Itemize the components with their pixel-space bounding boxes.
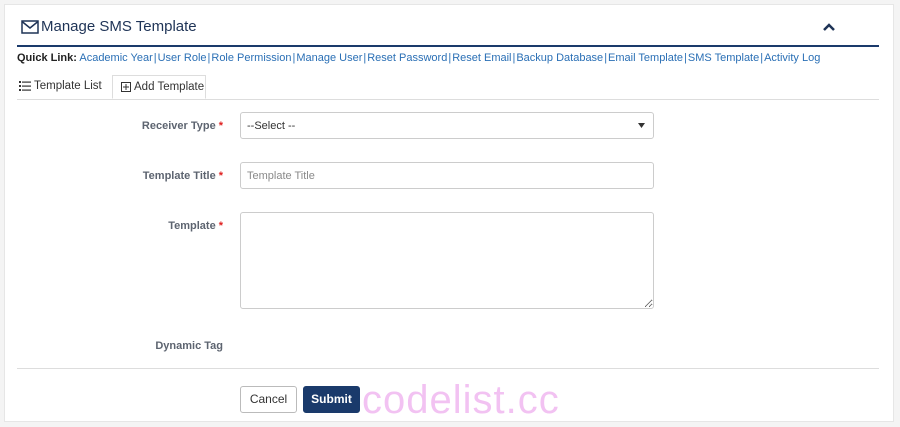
quick-link-academic-year[interactable]: Academic Year [79, 52, 152, 64]
quick-link-role-permission[interactable]: Role Permission [211, 52, 291, 64]
tab-bar: Template List Add Template [17, 75, 879, 100]
required-mark: * [218, 120, 223, 132]
tab-add-template[interactable]: Add Template [112, 75, 206, 99]
quick-links-bar: Quick Link: Academic Year|User Role|Role… [17, 52, 820, 64]
receiver-type-select[interactable]: --Select -- [240, 112, 654, 139]
tab-label: Add Template [134, 81, 205, 93]
manage-sms-template-panel: Manage SMS Template Quick Link: Academic… [4, 4, 894, 422]
panel-header: Manage SMS Template [17, 15, 879, 47]
quick-link-reset-email[interactable]: Reset Email [452, 52, 511, 64]
receiver-type-label: Receiver Type * [63, 120, 223, 132]
tab-label: Template List [34, 80, 102, 92]
required-mark: * [218, 220, 223, 232]
watermark: codelist.cc [362, 378, 560, 422]
cancel-button[interactable]: Cancel [240, 386, 297, 413]
quick-link-manage-user[interactable]: Manage User [296, 52, 362, 64]
list-icon [19, 80, 31, 91]
template-textarea[interactable] [240, 212, 654, 309]
selected-value: --Select -- [247, 120, 296, 132]
template-label: Template * [63, 220, 223, 232]
quick-link-reset-password[interactable]: Reset Password [367, 52, 447, 64]
mail-icon [21, 20, 39, 34]
quick-link-email-template[interactable]: Email Template [608, 52, 683, 64]
dropdown-caret-icon [638, 123, 645, 128]
quick-link-user-role[interactable]: User Role [158, 52, 207, 64]
template-label-text: Template [168, 220, 216, 232]
page-title: Manage SMS Template [41, 18, 197, 35]
tab-template-list[interactable]: Template List [19, 75, 111, 99]
submit-button[interactable]: Submit [303, 386, 360, 413]
template-title-label: Template Title * [63, 170, 223, 182]
quick-link-backup-database[interactable]: Backup Database [516, 52, 603, 64]
quick-links-label: Quick Link: [17, 52, 77, 64]
quick-link-activity-log[interactable]: Activity Log [764, 52, 820, 64]
dynamic-tag-label-text: Dynamic Tag [155, 340, 223, 352]
quick-link-sms-template[interactable]: SMS Template [688, 52, 759, 64]
form-divider [17, 368, 879, 369]
dynamic-tag-label: Dynamic Tag [63, 340, 223, 352]
template-title-input[interactable] [240, 162, 654, 189]
plus-square-icon [121, 81, 131, 92]
receiver-type-label-text: Receiver Type [141, 120, 216, 132]
template-title-label-text: Template Title [142, 170, 216, 182]
required-mark: * [218, 170, 223, 182]
chevron-up-icon[interactable] [821, 19, 837, 35]
